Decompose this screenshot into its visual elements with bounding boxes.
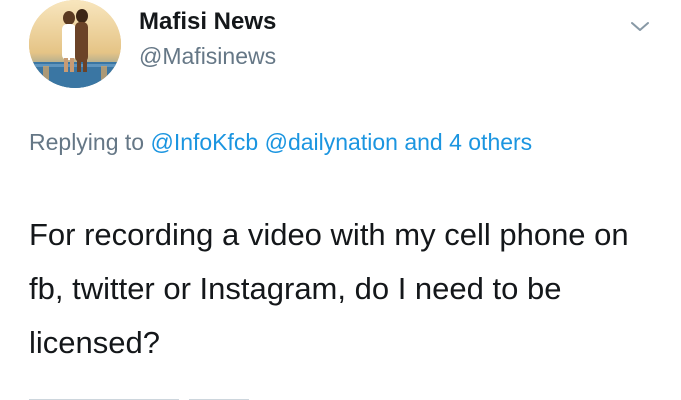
mention-link-dailynation[interactable]: @dailynation	[265, 129, 398, 155]
chevron-down-icon[interactable]	[627, 16, 653, 36]
others-link[interactable]: 4 others	[449, 129, 532, 155]
author-avatar[interactable]	[29, 0, 121, 88]
author-name[interactable]: Mafisi News	[139, 8, 276, 36]
replying-to-label: Replying to	[29, 129, 145, 155]
tweet-text: For recording a video with my cell phone…	[29, 217, 629, 360]
tweet-card: Mafisi News @Mafisinews Replying to @Inf…	[0, 0, 681, 400]
avatar-image	[29, 0, 121, 88]
mention-link-infokfcb[interactable]: @InfoKfcb	[150, 129, 258, 155]
tweet-footer-cutoff	[29, 393, 279, 400]
others-connector[interactable]: and	[404, 129, 442, 155]
replying-to: Replying to @InfoKfcb @dailynation and 4…	[29, 124, 629, 161]
author-handle[interactable]: @Mafisinews	[139, 42, 276, 70]
